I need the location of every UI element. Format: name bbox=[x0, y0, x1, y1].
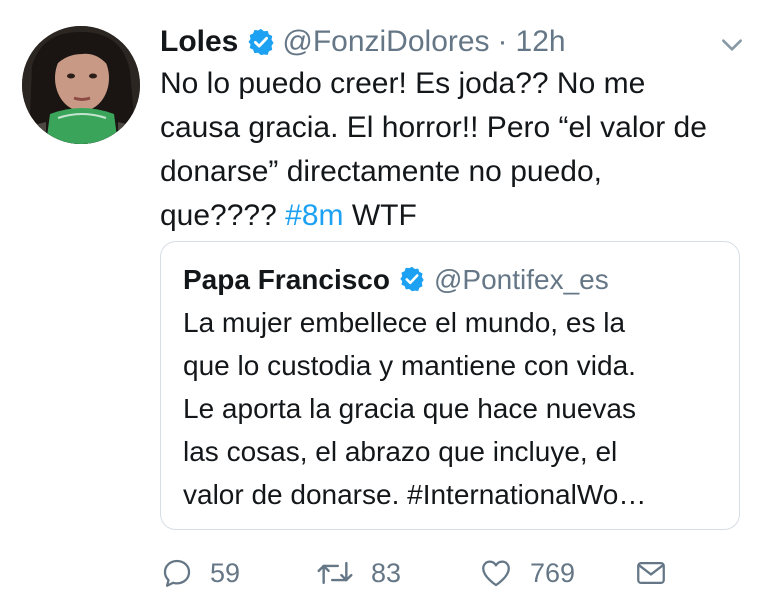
retweet-button[interactable]: 83 bbox=[315, 553, 401, 593]
reply-button[interactable]: 59 bbox=[160, 553, 240, 593]
avatar[interactable] bbox=[22, 26, 140, 144]
timestamp[interactable]: 12h bbox=[516, 25, 566, 59]
avatar-image bbox=[22, 26, 140, 144]
tweet-text-part: No lo puedo creer! Es joda?? No me causa… bbox=[160, 67, 707, 232]
verified-badge-icon bbox=[398, 265, 428, 295]
author-handle[interactable]: @FonziDolores bbox=[282, 25, 489, 59]
separator: · bbox=[497, 25, 508, 58]
heart-icon bbox=[482, 560, 510, 587]
tweet-header: Loles @FonziDolores · 12h bbox=[160, 22, 747, 62]
chevron-down-icon[interactable] bbox=[719, 32, 745, 58]
reply-icon bbox=[163, 559, 191, 587]
quoted-author-handle: @Pontifex_es bbox=[433, 264, 609, 295]
quoted-tweet-header: Papa Francisco @Pontifex_es bbox=[183, 260, 609, 300]
verified-badge-icon bbox=[246, 27, 276, 57]
hashtag-link[interactable]: #8m bbox=[285, 199, 343, 232]
quoted-tweet[interactable]: Papa Francisco @Pontifex_es La mujer emb… bbox=[160, 241, 740, 530]
envelope-icon bbox=[637, 561, 665, 585]
retweet-count: 83 bbox=[371, 557, 402, 588]
like-count: 769 bbox=[530, 557, 576, 588]
tweet-text: No lo puedo creer! Es joda?? No me causa… bbox=[160, 62, 750, 238]
quoted-author-name: Papa Francisco bbox=[183, 264, 390, 295]
direct-message-button[interactable] bbox=[634, 553, 684, 593]
quoted-tweet-text: La mujer embellece el mundo, es la que l… bbox=[183, 307, 647, 510]
retweet-icon bbox=[317, 561, 353, 585]
reply-count: 59 bbox=[210, 557, 241, 588]
tweet-text-part: WTF bbox=[343, 199, 417, 232]
like-button[interactable]: 769 bbox=[478, 553, 575, 593]
tweet-actions: 59 83 769 bbox=[160, 553, 680, 593]
author-name[interactable]: Loles bbox=[160, 25, 238, 59]
